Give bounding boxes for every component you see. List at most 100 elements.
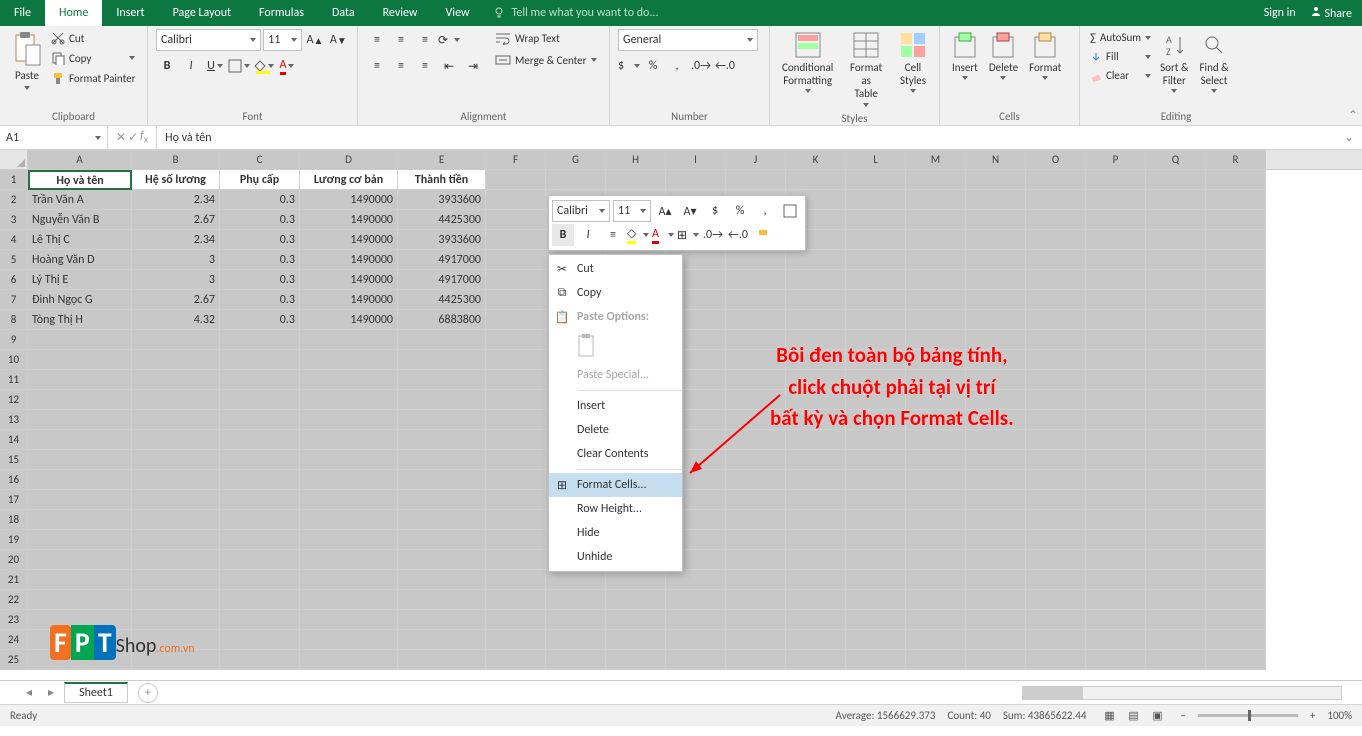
cell-O11[interactable] <box>1026 370 1086 390</box>
cell-F12[interactable] <box>486 390 546 410</box>
cell-D23[interactable] <box>300 610 398 630</box>
cell-styles-button[interactable]: Cell Styles <box>895 29 931 95</box>
zoom-slider[interactable] <box>1198 714 1298 717</box>
cell-P1[interactable] <box>1086 170 1146 190</box>
cell-D2[interactable]: 1490000 <box>300 190 398 210</box>
cell-O20[interactable] <box>1026 550 1086 570</box>
align-top-button[interactable]: ≡ <box>366 29 388 51</box>
copy-button[interactable]: Copy <box>49 49 137 67</box>
cell-L23[interactable] <box>846 610 906 630</box>
cell-F21[interactable] <box>486 570 546 590</box>
cell-C25[interactable] <box>220 650 300 670</box>
cell-J19[interactable] <box>726 530 786 550</box>
col-header-R[interactable]: R <box>1206 150 1266 169</box>
cell-K18[interactable] <box>786 510 846 530</box>
cell-A13[interactable] <box>28 410 132 430</box>
cell-B8[interactable]: 4.32 <box>132 310 220 330</box>
mini-fill[interactable]: ◇ <box>627 224 649 246</box>
paste-button[interactable]: Paste <box>8 29 46 92</box>
cell-O18[interactable] <box>1026 510 1086 530</box>
cell-O23[interactable] <box>1026 610 1086 630</box>
row-header-20[interactable]: 20 <box>0 550 28 570</box>
cell-C20[interactable] <box>220 550 300 570</box>
mini-border[interactable] <box>779 200 801 222</box>
cell-Q24[interactable] <box>1146 630 1206 650</box>
cell-D24[interactable] <box>300 630 398 650</box>
cell-M16[interactable] <box>906 470 966 490</box>
mini-merge[interactable]: ⊞ <box>677 224 699 246</box>
cell-H21[interactable] <box>606 570 666 590</box>
cell-K21[interactable] <box>786 570 846 590</box>
cell-B2[interactable]: 2.34 <box>132 190 220 210</box>
mini-grow-font[interactable]: A▴ <box>654 200 676 222</box>
cell-E23[interactable] <box>398 610 486 630</box>
cell-R22[interactable] <box>1206 590 1266 610</box>
col-header-D[interactable]: D <box>300 150 398 169</box>
cell-K19[interactable] <box>786 530 846 550</box>
cell-O19[interactable] <box>1026 530 1086 550</box>
cell-A21[interactable] <box>28 570 132 590</box>
col-header-P[interactable]: P <box>1086 150 1146 169</box>
cell-D10[interactable] <box>300 350 398 370</box>
cell-O6[interactable] <box>1026 270 1086 290</box>
cell-M1[interactable] <box>906 170 966 190</box>
cell-Q15[interactable] <box>1146 450 1206 470</box>
bold-button[interactable]: B <box>156 55 178 77</box>
cell-L6[interactable] <box>846 270 906 290</box>
accounting-format-button[interactable]: $ <box>618 55 640 77</box>
cell-N21[interactable] <box>966 570 1026 590</box>
clear-button[interactable]: Clear <box>1088 67 1153 84</box>
cell-B13[interactable] <box>132 410 220 430</box>
tab-home[interactable]: Home <box>45 0 102 26</box>
expand-formula-bar[interactable]: ⌄ <box>1336 130 1362 145</box>
cell-D13[interactable] <box>300 410 398 430</box>
cell-O24[interactable] <box>1026 630 1086 650</box>
cell-C8[interactable]: 0.3 <box>220 310 300 330</box>
row-header-13[interactable]: 13 <box>0 410 28 430</box>
mini-percent[interactable]: % <box>729 200 751 222</box>
cell-L1[interactable] <box>846 170 906 190</box>
col-header-M[interactable]: M <box>906 150 966 169</box>
zoom-level[interactable]: 100% <box>1327 709 1352 722</box>
cell-O3[interactable] <box>1026 210 1086 230</box>
cell-P19[interactable] <box>1086 530 1146 550</box>
cell-D20[interactable] <box>300 550 398 570</box>
cell-F10[interactable] <box>486 350 546 370</box>
view-page-break-button[interactable]: ▣ <box>1146 708 1168 724</box>
cell-E25[interactable] <box>398 650 486 670</box>
find-select-button[interactable]: Find & Select <box>1195 29 1232 95</box>
cell-L7[interactable] <box>846 290 906 310</box>
cell-K8[interactable] <box>786 310 846 330</box>
cell-K24[interactable] <box>786 630 846 650</box>
cell-I25[interactable] <box>666 650 726 670</box>
cell-R1[interactable] <box>1206 170 1266 190</box>
cell-P3[interactable] <box>1086 210 1146 230</box>
conditional-formatting-button[interactable]: Conditional Formatting <box>778 29 837 95</box>
align-right-button[interactable]: ≡ <box>414 55 436 77</box>
ctx-copy[interactable]: ⧉Copy <box>549 281 682 305</box>
cell-I21[interactable] <box>666 570 726 590</box>
cell-E17[interactable] <box>398 490 486 510</box>
cell-M24[interactable] <box>906 630 966 650</box>
cell-F5[interactable] <box>486 250 546 270</box>
cell-N18[interactable] <box>966 510 1026 530</box>
cell-P14[interactable] <box>1086 430 1146 450</box>
cell-R9[interactable] <box>1206 330 1266 350</box>
row-header-4[interactable]: 4 <box>0 230 28 250</box>
row-header-12[interactable]: 12 <box>0 390 28 410</box>
cell-B7[interactable]: 2.67 <box>132 290 220 310</box>
cell-N24[interactable] <box>966 630 1026 650</box>
font-color-button[interactable]: A <box>276 55 298 77</box>
cell-G23[interactable] <box>546 610 606 630</box>
cell-B10[interactable] <box>132 350 220 370</box>
cell-D8[interactable]: 1490000 <box>300 310 398 330</box>
cell-D3[interactable]: 1490000 <box>300 210 398 230</box>
cell-C4[interactable]: 0.3 <box>220 230 300 250</box>
cell-E7[interactable]: 4425300 <box>398 290 486 310</box>
cell-J23[interactable] <box>726 610 786 630</box>
cell-J17[interactable] <box>726 490 786 510</box>
cell-F15[interactable] <box>486 450 546 470</box>
cell-F16[interactable] <box>486 470 546 490</box>
row-header-15[interactable]: 15 <box>0 450 28 470</box>
cell-D16[interactable] <box>300 470 398 490</box>
